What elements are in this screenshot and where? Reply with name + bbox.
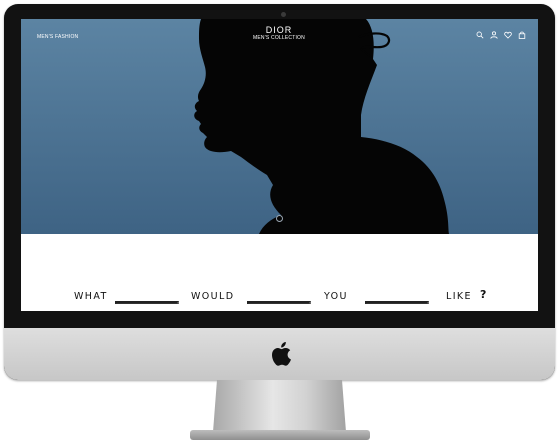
question-word-like: LIKE [446,291,472,302]
hero-banner: MEN'S FASHION DIOR MEN'S COLLECTION [21,19,538,234]
answer-blank-1[interactable] [115,301,179,304]
brand-logo[interactable]: DIOR [229,25,329,35]
answer-blank-3[interactable] [365,301,429,304]
question-mark: ? [480,288,488,301]
camera-icon [281,12,286,17]
question-word-you: YOU [324,291,348,302]
shopping-bag-icon[interactable] [518,31,526,39]
brand-subtitle: MEN'S COLLECTION [253,35,305,41]
user-icon[interactable] [490,31,498,39]
imac-stand-base [190,430,370,440]
question-form: WHAT WOULD YOU LIKE ? [21,288,538,304]
imac-stand [213,380,346,432]
scroll-down-icon[interactable] [276,215,283,222]
answer-blank-2[interactable] [247,301,311,304]
header-icon-bar [476,31,526,39]
heart-icon[interactable] [504,31,512,39]
website-screen: MEN'S FASHION DIOR MEN'S COLLECTION WHAT… [21,19,538,311]
apple-logo-icon [272,342,291,366]
search-icon[interactable] [476,31,484,39]
question-word-what: WHAT [74,291,108,302]
brand-header[interactable]: DIOR MEN'S COLLECTION [229,25,329,42]
question-word-would: WOULD [191,291,235,302]
model-silhouette-image [194,19,449,234]
mens-fashion-link[interactable]: MEN'S FASHION [37,34,78,40]
